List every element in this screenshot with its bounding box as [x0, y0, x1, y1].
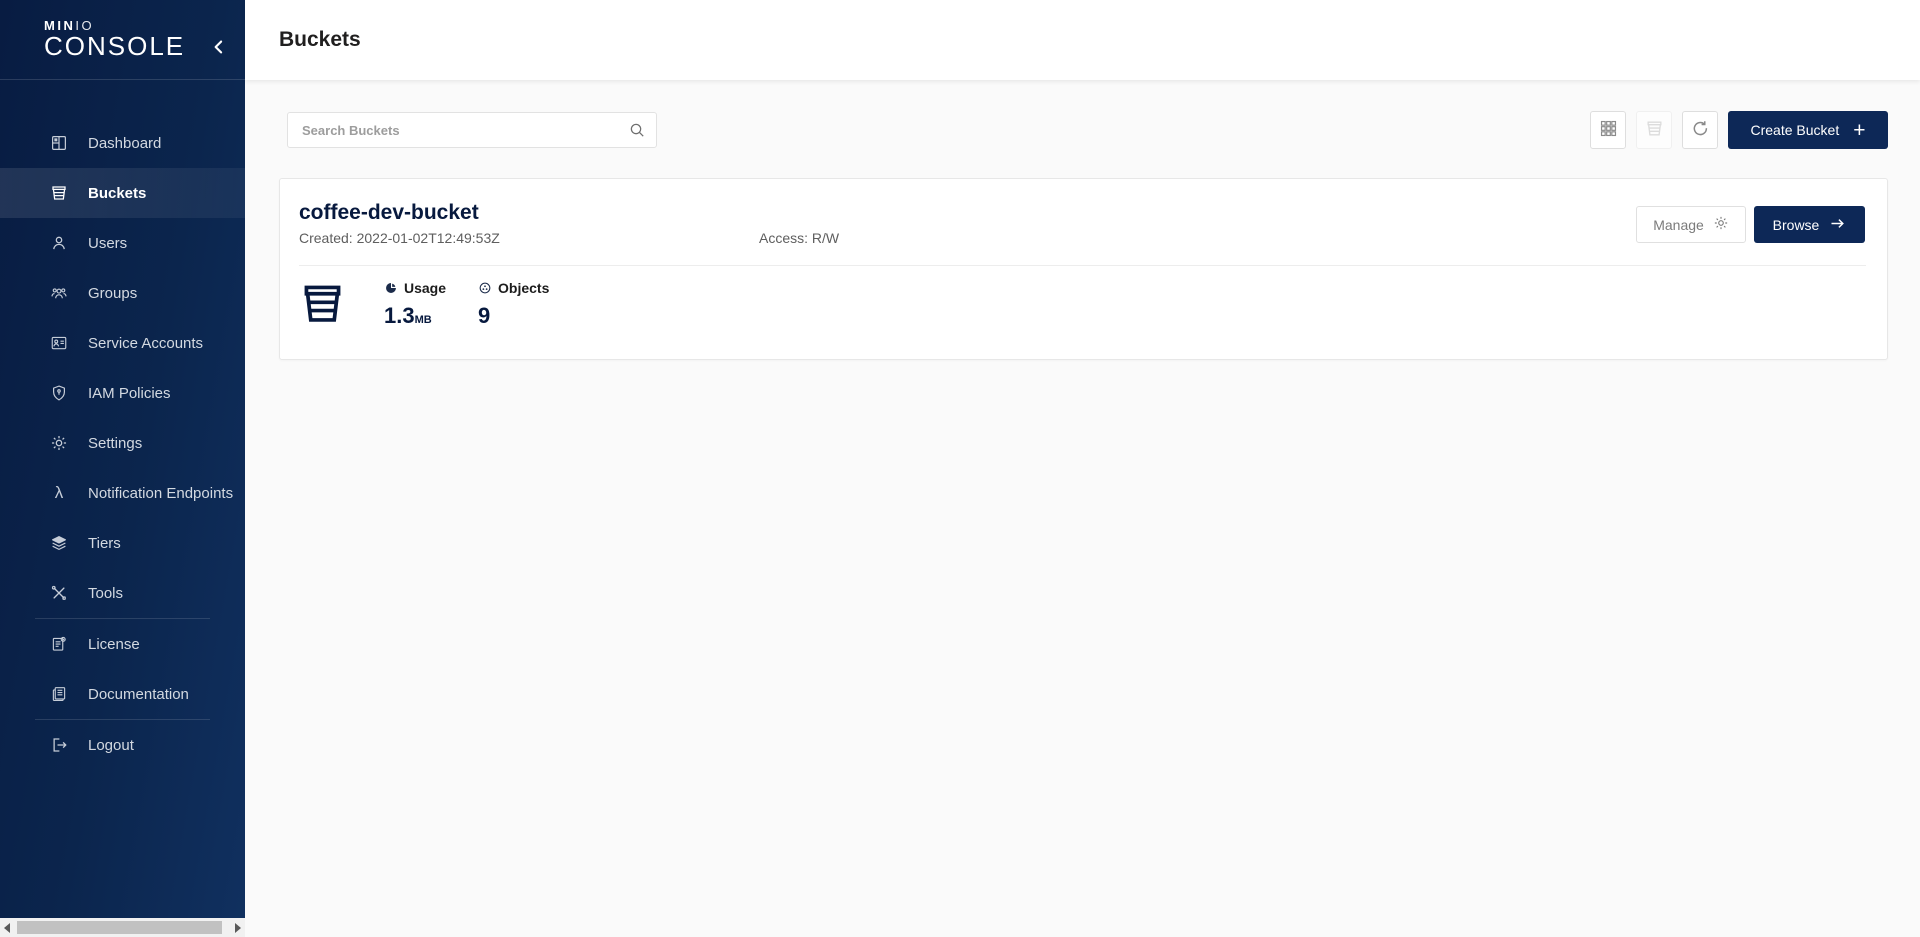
sidebar-item-groups[interactable]: Groups: [0, 268, 245, 318]
sidebar-item-label: Users: [88, 235, 127, 252]
usage-value: 1.3MB: [384, 303, 446, 329]
sidebar-item-label: Groups: [88, 285, 137, 302]
main-area: Buckets: [245, 0, 1920, 937]
bucket-card: coffee-dev-bucket Created: 2022-01-02T12…: [279, 178, 1888, 360]
lambda-icon: λ: [50, 484, 68, 502]
sidebar-item-label: Logout: [88, 737, 134, 754]
plus-icon: +: [1853, 120, 1865, 141]
book-icon: [50, 685, 68, 703]
scroll-right-arrow-icon[interactable]: [235, 923, 241, 933]
sidebar-item-label: Tiers: [88, 535, 121, 552]
search-icon: [628, 121, 646, 139]
layers-icon: [50, 534, 68, 552]
usage-number: 1.3: [384, 303, 415, 328]
shield-icon: [50, 384, 68, 402]
sidebar-item-notification-endpoints[interactable]: λ Notification Endpoints: [0, 468, 245, 518]
objects-icon: [478, 281, 492, 295]
sidebar-item-logout[interactable]: Logout: [0, 720, 245, 770]
bucket-access: Access: R/W: [759, 230, 839, 246]
license-icon: [50, 635, 68, 653]
sidebar-item-label: Documentation: [88, 686, 189, 703]
page-header: Buckets: [245, 0, 1920, 80]
sidebar-item-label: Dashboard: [88, 135, 161, 152]
sidebar-nav: Dashboard Buckets Users Groups Service A: [0, 80, 245, 770]
objects-metric: Objects 9: [478, 280, 549, 329]
tools-icon: [50, 584, 68, 602]
bucket-icon: [299, 280, 346, 327]
sidebar-item-label: Notification Endpoints: [88, 485, 233, 502]
buckets-toolbar: Create Bucket +: [279, 111, 1888, 149]
user-icon: [50, 234, 68, 252]
sidebar-collapse-button[interactable]: [205, 34, 233, 62]
sidebar-item-users[interactable]: Users: [0, 218, 245, 268]
created-value: 2022-01-02T12:49:53Z: [357, 230, 500, 246]
access-value: R/W: [812, 230, 839, 246]
sidebar-item-label: Service Accounts: [88, 335, 203, 352]
sidebar-item-buckets[interactable]: Buckets: [0, 168, 245, 218]
sidebar-item-label: Tools: [88, 585, 123, 602]
sidebar-item-settings[interactable]: Settings: [0, 418, 245, 468]
sidebar-item-documentation[interactable]: Documentation: [0, 669, 245, 719]
chevron-left-icon: [209, 45, 229, 60]
sidebar-item-service-accounts[interactable]: Service Accounts: [0, 318, 245, 368]
sidebar-item-tiers[interactable]: Tiers: [0, 518, 245, 568]
created-label: Created:: [299, 230, 353, 246]
arrow-right-icon: [1829, 215, 1846, 235]
page-title: Buckets: [279, 28, 361, 52]
objects-value: 9: [478, 303, 549, 329]
dashboard-icon: [50, 134, 68, 152]
objects-label: Objects: [498, 280, 549, 296]
usage-label: Usage: [404, 280, 446, 296]
sidebar-item-iam-policies[interactable]: IAM Policies: [0, 368, 245, 418]
access-label: Access:: [759, 230, 808, 246]
sidebar-item-dashboard[interactable]: Dashboard: [0, 118, 245, 168]
logo-block: MINIO CONSOLE: [0, 0, 245, 80]
card-divider: [299, 265, 1866, 266]
gear-icon: [1713, 215, 1729, 234]
manage-label: Manage: [1653, 217, 1704, 233]
pie-chart-icon: [384, 281, 398, 295]
browse-label: Browse: [1773, 217, 1820, 233]
sidebar-item-label: Buckets: [88, 185, 146, 202]
sidebar-item-license[interactable]: License: [0, 619, 245, 669]
horizontal-scrollbar[interactable]: [0, 918, 245, 937]
create-bucket-label: Create Bucket: [1751, 122, 1840, 138]
bucket-created: Created: 2022-01-02T12:49:53Z: [299, 230, 500, 246]
list-view-button: [1636, 111, 1672, 149]
manage-button[interactable]: Manage: [1636, 206, 1746, 243]
bucket-metrics: Usage 1.3MB Objects 9: [299, 280, 1887, 329]
grid-view-button[interactable]: [1590, 111, 1626, 149]
brand-io: IO: [75, 18, 94, 33]
bucket-icon: [50, 184, 68, 202]
sidebar-item-tools[interactable]: Tools: [0, 568, 245, 618]
create-bucket-button[interactable]: Create Bucket +: [1728, 111, 1888, 149]
bucket-actions: Manage Browse: [1636, 206, 1865, 243]
search-input[interactable]: [287, 112, 657, 148]
content-area: Create Bucket + coffee-dev-bucket Create…: [245, 80, 1920, 937]
logout-icon: [50, 736, 68, 754]
usage-metric: Usage 1.3MB: [384, 280, 446, 329]
scrollbar-thumb[interactable]: [17, 921, 222, 934]
users-group-icon: [50, 284, 68, 302]
bucket-list-icon: [1645, 119, 1664, 141]
grid-view-icon: [1599, 119, 1618, 141]
sidebar: MINIO CONSOLE Dashboard Buckets Use: [0, 0, 245, 918]
usage-unit: MB: [415, 314, 432, 326]
sidebar-item-label: License: [88, 636, 140, 653]
refresh-icon: [1691, 119, 1710, 141]
id-card-icon: [50, 334, 68, 352]
browse-button[interactable]: Browse: [1754, 206, 1865, 243]
refresh-button[interactable]: [1682, 111, 1718, 149]
scroll-left-arrow-icon[interactable]: [4, 923, 10, 933]
gear-icon: [50, 434, 68, 452]
search-wrap: [287, 112, 657, 148]
sidebar-item-label: Settings: [88, 435, 142, 452]
sidebar-item-label: IAM Policies: [88, 385, 171, 402]
